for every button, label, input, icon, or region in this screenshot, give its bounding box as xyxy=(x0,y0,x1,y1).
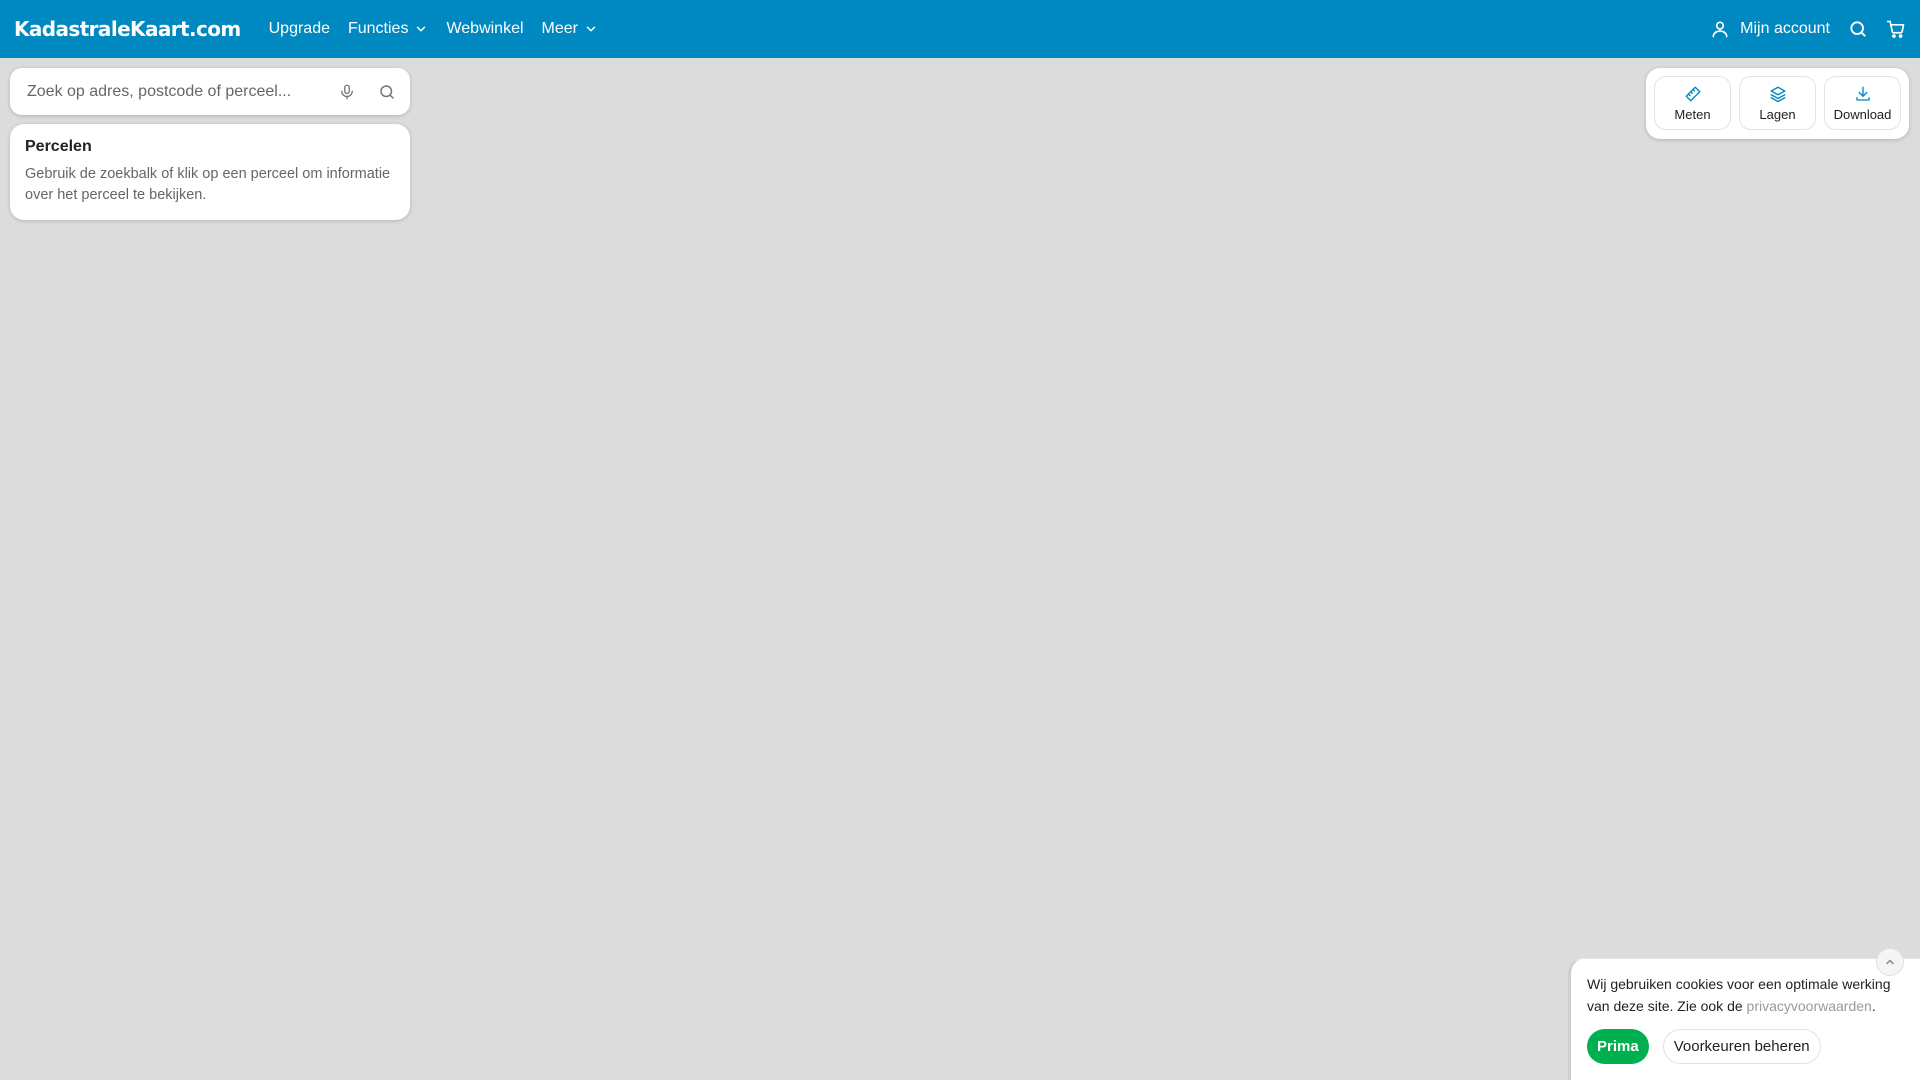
measure-label: Meten xyxy=(1674,106,1711,122)
nav-webwinkel-label: Webwinkel xyxy=(446,20,524,37)
accept-cookies-button[interactable]: Prima xyxy=(1587,1029,1649,1064)
top-navbar: KadastraleKaart.com Upgrade Functies Web… xyxy=(0,0,1920,58)
manage-preferences-button[interactable]: Voorkeuren beheren xyxy=(1662,1029,1821,1064)
parcel-info-card: Percelen Gebruik de zoekbalk of klik op … xyxy=(10,124,410,220)
download-icon xyxy=(1854,85,1872,103)
chevron-down-icon xyxy=(586,26,596,32)
nav-meer-label: Meer xyxy=(541,20,578,37)
site-logo[interactable]: KadastraleKaart.com xyxy=(14,17,241,41)
nav-functies[interactable]: Functies xyxy=(348,20,428,38)
search-input[interactable] xyxy=(25,81,338,102)
layers-button[interactable]: Lagen xyxy=(1739,76,1816,130)
main-nav: Upgrade Functies Webwinkel Meer xyxy=(269,20,598,38)
search-icon[interactable] xyxy=(378,83,396,101)
cookie-banner: Wij gebruiken cookies voor een optimale … xyxy=(1568,958,1920,1080)
privacy-link[interactable]: privacyvoorwaarden xyxy=(1747,998,1872,1014)
layers-label: Lagen xyxy=(1759,106,1796,122)
microphone-icon[interactable] xyxy=(338,83,356,101)
search-bar xyxy=(10,68,410,115)
account-link[interactable]: Mijn account xyxy=(1710,19,1830,39)
collapse-handle[interactable] xyxy=(1876,948,1904,976)
search-icon[interactable] xyxy=(1848,19,1868,39)
chevron-up-icon xyxy=(1886,959,1894,965)
measure-button[interactable]: Meten xyxy=(1654,76,1731,130)
download-label: Download xyxy=(1833,106,1892,122)
cookie-text: Wij gebruiken cookies voor een optimale … xyxy=(1587,973,1907,1017)
nav-upgrade-label: Upgrade xyxy=(268,20,330,37)
chevron-down-icon xyxy=(417,26,426,32)
cookie-text-after: . xyxy=(1871,998,1876,1014)
cart-icon[interactable] xyxy=(1886,19,1906,39)
nav-webwinkel[interactable]: Webwinkel xyxy=(446,20,523,38)
download-button[interactable]: Download xyxy=(1824,76,1901,130)
info-card-text: Gebruik de zoekbalk of klik op een perce… xyxy=(25,166,391,203)
info-card-title: Percelen xyxy=(25,138,92,155)
nav-functies-label: Functies xyxy=(347,20,409,37)
ruler-icon xyxy=(1684,85,1702,103)
nav-meer[interactable]: Meer xyxy=(542,20,598,38)
user-icon xyxy=(1710,19,1730,39)
header-actions: Mijn account xyxy=(1710,19,1906,39)
map-tools-panel: Meten Lagen Download xyxy=(1646,68,1909,139)
layers-icon xyxy=(1769,85,1787,103)
nav-upgrade[interactable]: Upgrade xyxy=(269,20,330,38)
account-label: Mijn account xyxy=(1740,20,1830,37)
